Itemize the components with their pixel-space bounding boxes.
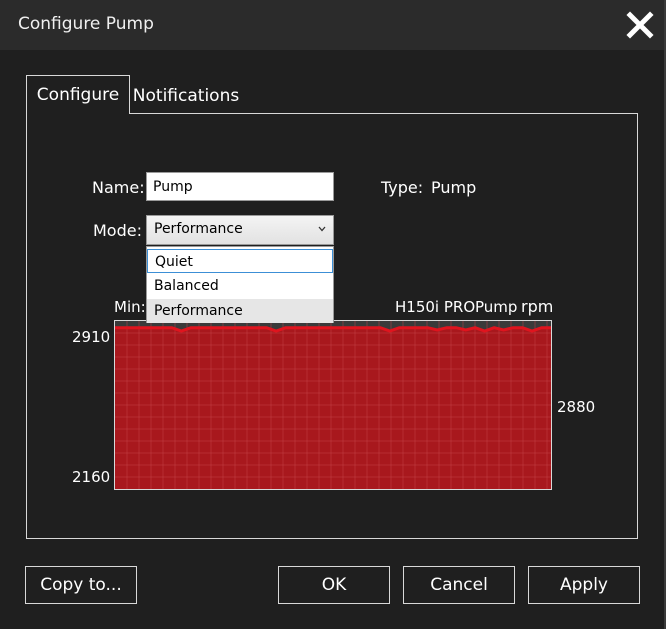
mode-option-quiet[interactable]: Quiet xyxy=(147,249,333,273)
type-label: Type: xyxy=(381,178,424,197)
window-title: Configure Pump xyxy=(18,14,154,34)
pump-rpm-chart xyxy=(114,320,552,490)
mode-option-balanced[interactable]: Balanced xyxy=(147,274,333,298)
graph-sensor-label: Pump xyxy=(475,298,518,316)
mode-selected-value: Performance xyxy=(154,221,243,237)
y-axis-max-label: 2910 xyxy=(72,328,111,346)
name-input[interactable] xyxy=(146,172,334,201)
mode-label: Mode: xyxy=(93,221,142,240)
cancel-button[interactable]: Cancel xyxy=(403,566,515,604)
tab-configure[interactable]: Configure xyxy=(26,75,130,114)
ok-button[interactable]: OK xyxy=(278,566,390,604)
chevron-down-icon xyxy=(318,226,326,232)
mode-options-list: Quiet Balanced Performance xyxy=(146,246,334,323)
title-bar: Configure Pump xyxy=(0,0,666,50)
mode-dropdown[interactable]: Performance xyxy=(146,215,334,245)
graph-device-label: H150i PRO xyxy=(395,298,476,316)
copy-to-button[interactable]: Copy to... xyxy=(25,566,137,604)
graph-unit-label: rpm xyxy=(521,297,554,316)
name-label: Name: xyxy=(92,178,145,197)
current-rpm-value: 2880 xyxy=(557,398,596,416)
y-axis-min-label: 2160 xyxy=(72,468,111,486)
mode-option-performance[interactable]: Performance xyxy=(147,299,333,323)
close-icon[interactable] xyxy=(624,9,656,41)
apply-button[interactable]: Apply xyxy=(528,566,640,604)
graph-min-label: Min: xyxy=(114,298,146,316)
type-value: Pump xyxy=(431,178,477,197)
tab-notifications[interactable]: Notifications xyxy=(130,77,242,115)
